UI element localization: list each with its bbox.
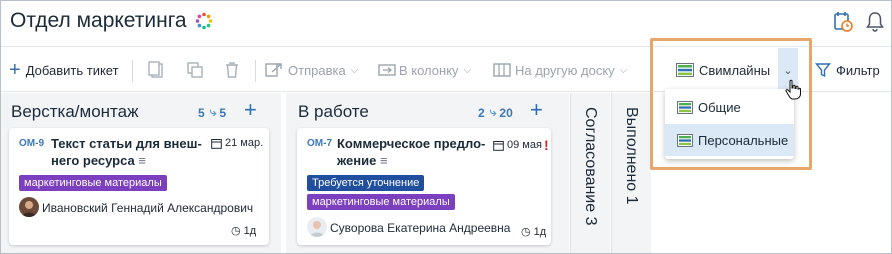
assignee-name: Суворова Екатерина Андреевна <box>330 221 511 235</box>
board-move-icon <box>493 63 511 77</box>
swimlanes-label: Свимлайны <box>699 62 771 78</box>
calendar-history-icon[interactable] <box>833 11 853 33</box>
chevron-down-icon: ⌄ <box>783 64 793 77</box>
column-vypolneno-collapsed[interactable]: Выполнено 1 <box>611 93 651 253</box>
move-to-column-dropdown[interactable]: В колонку ⌵ <box>378 48 471 92</box>
swimlanes-icon <box>676 63 694 77</box>
duplicate-icon[interactable] <box>186 61 204 79</box>
tag-label[interactable]: маркетинговые материалы <box>307 194 455 210</box>
bell-icon[interactable] <box>865 11 885 33</box>
assignee-name: Ивановский Геннадий Александрович <box>42 201 254 215</box>
subtask-count: 20 <box>499 105 513 120</box>
column-title: Выполнено 1 <box>623 107 640 205</box>
calendar-icon <box>211 138 222 149</box>
add-ticket-button[interactable]: + Добавить тикет <box>9 48 119 92</box>
page-header: Отдел маркетинга <box>1 1 891 47</box>
swimlanes-personal-icon <box>677 133 693 147</box>
tag-label[interactable]: маркетинговые материалы <box>19 175 167 191</box>
ticket-title: Коммерческое предло- жение ≡ <box>337 136 486 168</box>
hand-cursor-icon <box>785 79 801 100</box>
swimlanes-dropdown[interactable]: Свимлайны <box>676 48 770 92</box>
tag-label[interactable]: Требуется уточнение <box>307 175 425 191</box>
board-window: Отдел маркетинга + Добавить тикет Отправ… <box>0 0 892 254</box>
due-date: 09 мая ! <box>493 137 549 153</box>
ticket-id: OM-7 <box>307 138 332 149</box>
column-soglasovanie-collapsed[interactable]: Согласование 3 <box>570 93 610 253</box>
add-card-button[interactable]: + <box>530 99 543 121</box>
due-date: 21 мар. <box>211 137 263 149</box>
subtasks-icon: ⤷ <box>209 105 217 119</box>
ticket-title: Текст статьи для внеш- него ресурса ≡ <box>51 136 202 168</box>
column-title: Согласование 3 <box>582 107 599 226</box>
send-icon <box>265 63 282 77</box>
subtask-count: 5 <box>219 105 227 120</box>
menu-item-common[interactable]: Общие <box>665 91 794 123</box>
description-icon: ≡ <box>138 153 146 168</box>
toolbar: + Добавить тикет Отправка ⌵ В колонку ⌵ … <box>1 48 891 92</box>
copy-icon[interactable] <box>147 61 165 79</box>
column-title: Верстка/монтаж <box>11 102 139 121</box>
chevron-down-icon: ⌵ <box>619 64 628 76</box>
trash-icon[interactable] <box>223 61 241 79</box>
avatar <box>307 217 327 237</box>
time-estimate: ◷ 1д <box>521 225 547 239</box>
to-other-board-label: На другую доску <box>515 62 615 78</box>
filter-icon <box>815 63 831 78</box>
urgent-icon: ! <box>543 137 549 153</box>
calendar-icon <box>493 140 504 151</box>
page-title: Отдел маркетинга <box>10 9 187 32</box>
column-move-icon <box>378 64 396 76</box>
filter-button[interactable]: Фильтр <box>815 48 880 92</box>
plus-icon: + <box>9 59 21 81</box>
add-ticket-label: Добавить тикет <box>25 62 119 78</box>
ticket-card[interactable]: OM-7 Коммерческое предло- жение ≡ 09 мая… <box>297 128 551 245</box>
column-stats: 5 ⤷ 5 <box>198 105 226 120</box>
filter-label: Фильтр <box>836 62 880 78</box>
send-label: Отправка <box>288 62 346 78</box>
ticket-card[interactable]: OM-9 Текст статьи для внеш- него ресурса… <box>9 128 269 245</box>
column-title: В работе <box>298 102 369 121</box>
ticket-count: 5 <box>198 105 205 120</box>
clock-icon: ◷ <box>231 225 241 237</box>
toolbar-divider <box>132 60 133 82</box>
clock-icon: ◷ <box>521 226 531 238</box>
swimlanes-common-icon <box>677 100 693 114</box>
toolbar-divider <box>255 60 256 82</box>
avatar <box>19 197 39 217</box>
chevron-down-icon: ⌵ <box>350 64 359 76</box>
to-column-label: В колонку <box>399 62 459 78</box>
ticket-id: OM-9 <box>19 138 44 149</box>
add-card-button[interactable]: + <box>244 99 257 121</box>
column-stats: 2 ⤷ 20 <box>478 105 513 120</box>
menu-item-personal[interactable]: Персональные <box>665 124 794 156</box>
chevron-down-icon: ⌵ <box>463 64 472 76</box>
move-to-board-dropdown[interactable]: На другую доску ⌵ <box>493 48 627 92</box>
loading-spinner-icon <box>195 12 213 30</box>
time-estimate: ◷ 1д <box>231 224 257 238</box>
send-dropdown[interactable]: Отправка ⌵ <box>265 48 358 92</box>
ticket-count: 2 <box>478 105 485 120</box>
swimlanes-menu: Общие Персональные <box>665 89 794 159</box>
subtasks-icon: ⤷ <box>489 105 497 119</box>
description-icon: ≡ <box>379 153 388 168</box>
